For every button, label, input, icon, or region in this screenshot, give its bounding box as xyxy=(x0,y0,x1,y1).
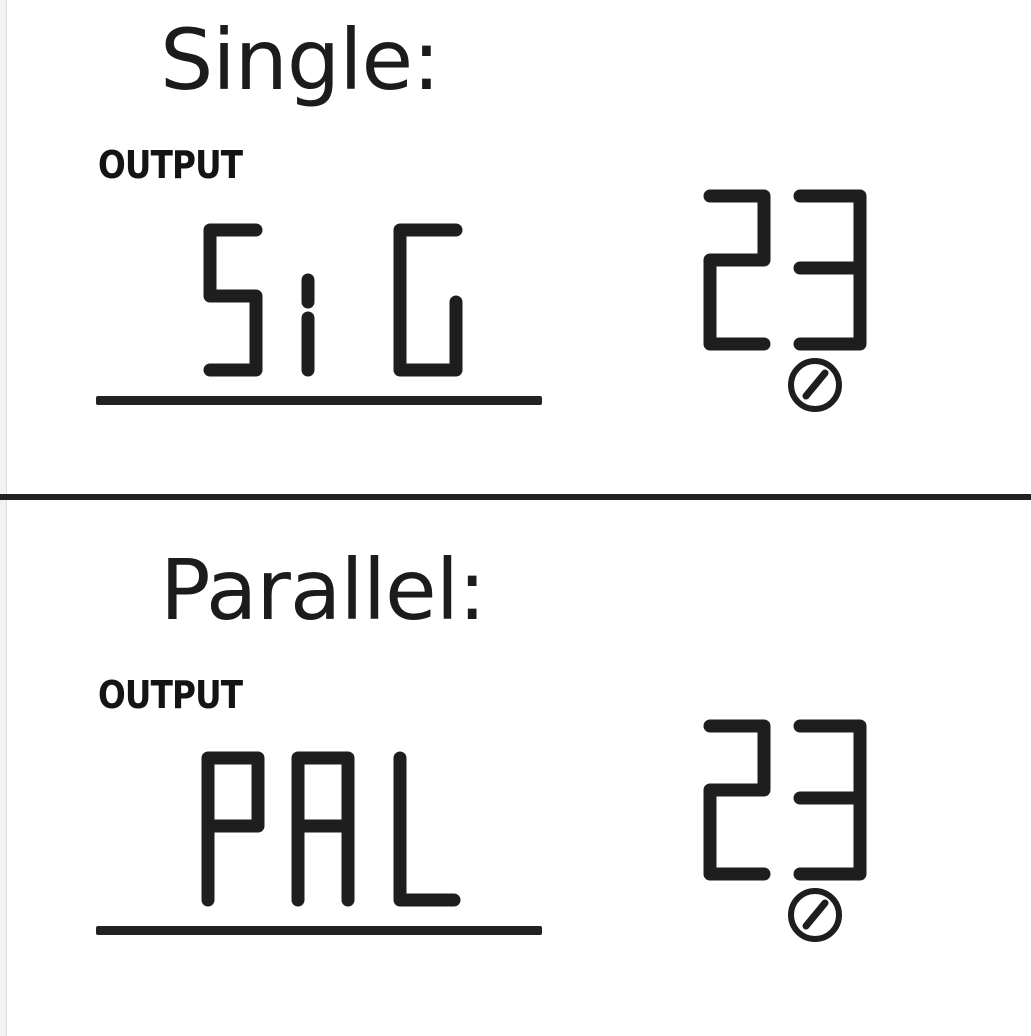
segment-char-p xyxy=(201,751,265,907)
mode-title: Single: xyxy=(160,11,441,109)
segment-char-s xyxy=(203,223,263,377)
display-code-sig xyxy=(203,223,463,377)
display-code-pal xyxy=(201,751,461,907)
setting-knob-icon xyxy=(788,888,842,942)
segment-digit-2 xyxy=(703,719,771,881)
section-divider xyxy=(0,494,1031,500)
code-underline xyxy=(96,926,542,935)
segment-char-g xyxy=(393,223,463,377)
parallel-mode-panel: Parallel: OUTPUT xyxy=(0,530,1031,1030)
setting-knob-icon xyxy=(788,358,842,412)
single-mode-panel: Single: OUTPUT xyxy=(0,0,1031,500)
segment-digit-3 xyxy=(793,189,867,351)
program-number-23 xyxy=(703,189,867,351)
segment-char-l xyxy=(393,751,461,907)
mode-title: Parallel: xyxy=(160,541,486,639)
output-label: OUTPUT xyxy=(98,673,243,717)
code-underline xyxy=(96,396,542,405)
segment-digit-2 xyxy=(703,189,771,351)
program-number-23 xyxy=(703,719,867,881)
output-label: OUTPUT xyxy=(98,143,243,187)
segment-char-a xyxy=(291,751,355,907)
segment-digit-3 xyxy=(793,719,867,881)
